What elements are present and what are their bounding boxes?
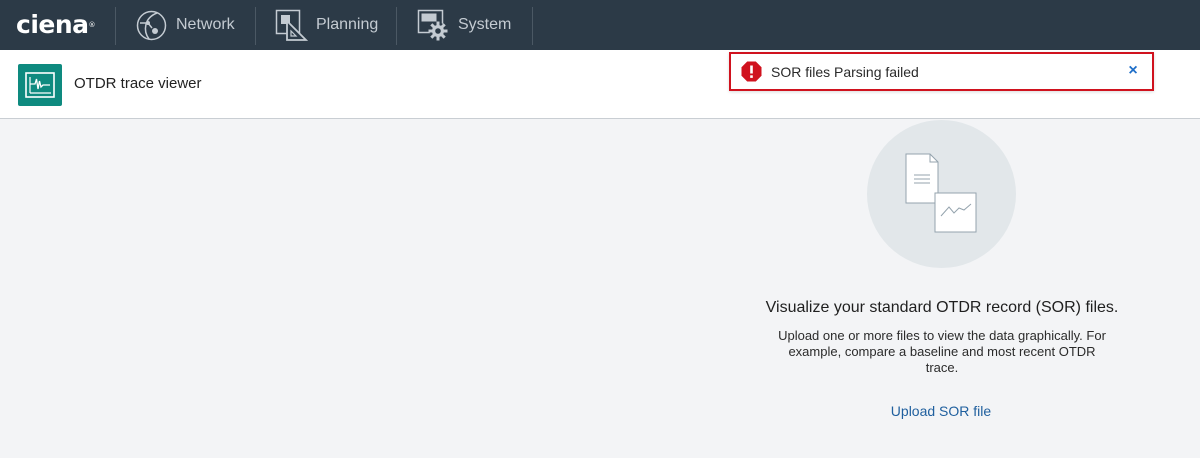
error-toast: SOR files Parsing failed × — [729, 52, 1154, 91]
error-alert-icon — [741, 61, 762, 82]
toast-message: SOR files Parsing failed — [771, 64, 919, 80]
nav-label-system: System — [458, 16, 512, 33]
empty-state-description: Upload one or more files to view the dat… — [778, 328, 1106, 375]
otdr-trace-icon — [18, 64, 62, 106]
globe-icon — [136, 10, 167, 40]
nav-divider — [532, 7, 533, 45]
system-gear-icon — [417, 9, 448, 40]
nav-divider — [115, 7, 116, 45]
planning-ruler-icon — [275, 9, 308, 41]
files-chart-illustration-icon — [905, 153, 977, 233]
registered-mark: ® — [88, 21, 96, 29]
brand-name: ciena — [16, 10, 89, 39]
close-toast-button[interactable]: × — [1126, 62, 1140, 80]
nav-label-planning: Planning — [316, 16, 379, 33]
nav-item-system[interactable]: System — [417, 0, 511, 50]
nav-item-network[interactable]: Network — [135, 0, 235, 50]
nav-divider — [255, 7, 256, 45]
top-navigation-bar: ciena® Network Planning System — [0, 0, 1200, 50]
nav-label-network: Network — [176, 16, 235, 33]
page-title: OTDR trace viewer — [74, 75, 202, 92]
upload-sor-file-link[interactable]: Upload SOR file — [841, 403, 1041, 419]
empty-state-headline: Visualize your standard OTDR record (SOR… — [765, 299, 1119, 316]
nav-item-planning[interactable]: Planning — [275, 0, 378, 50]
ciena-logo[interactable]: ciena® — [16, 9, 96, 41]
nav-divider — [396, 7, 397, 45]
